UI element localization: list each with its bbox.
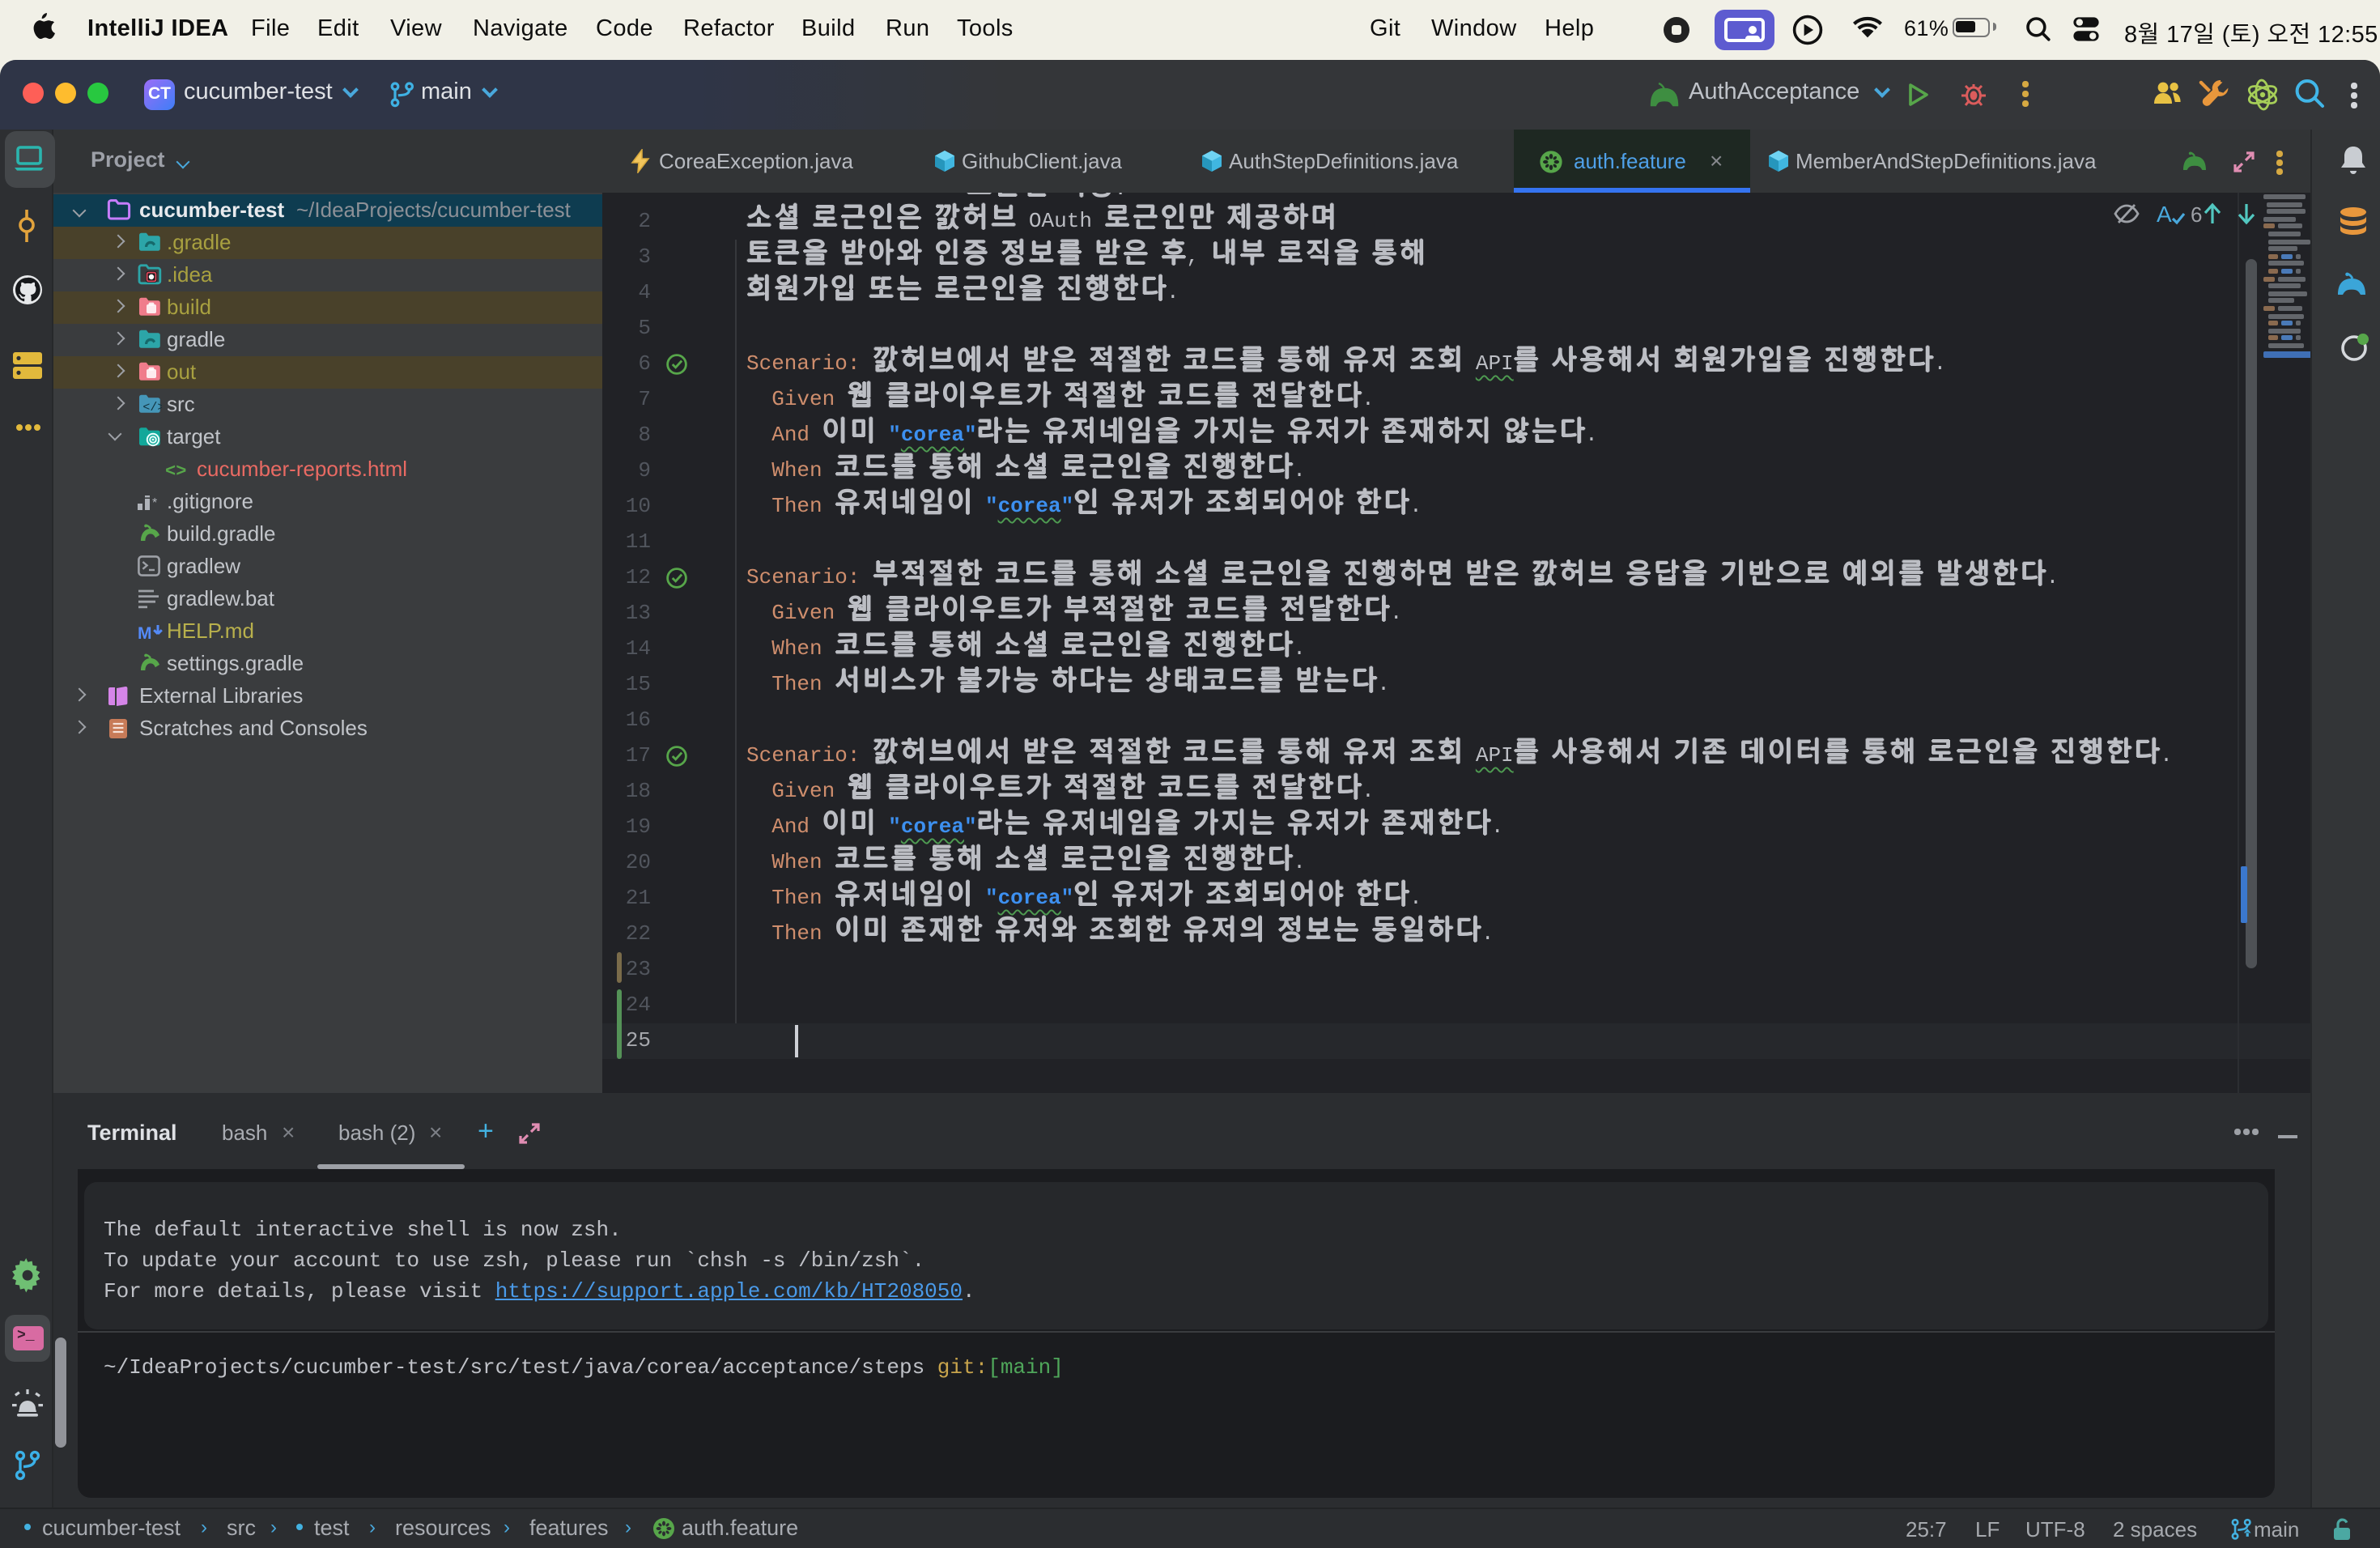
svg-text:<>: <> [165, 461, 186, 479]
svg-text:M: M [137, 623, 151, 640]
svg-text:</>: </> [142, 401, 162, 415]
svg-text:*: * [151, 496, 156, 510]
